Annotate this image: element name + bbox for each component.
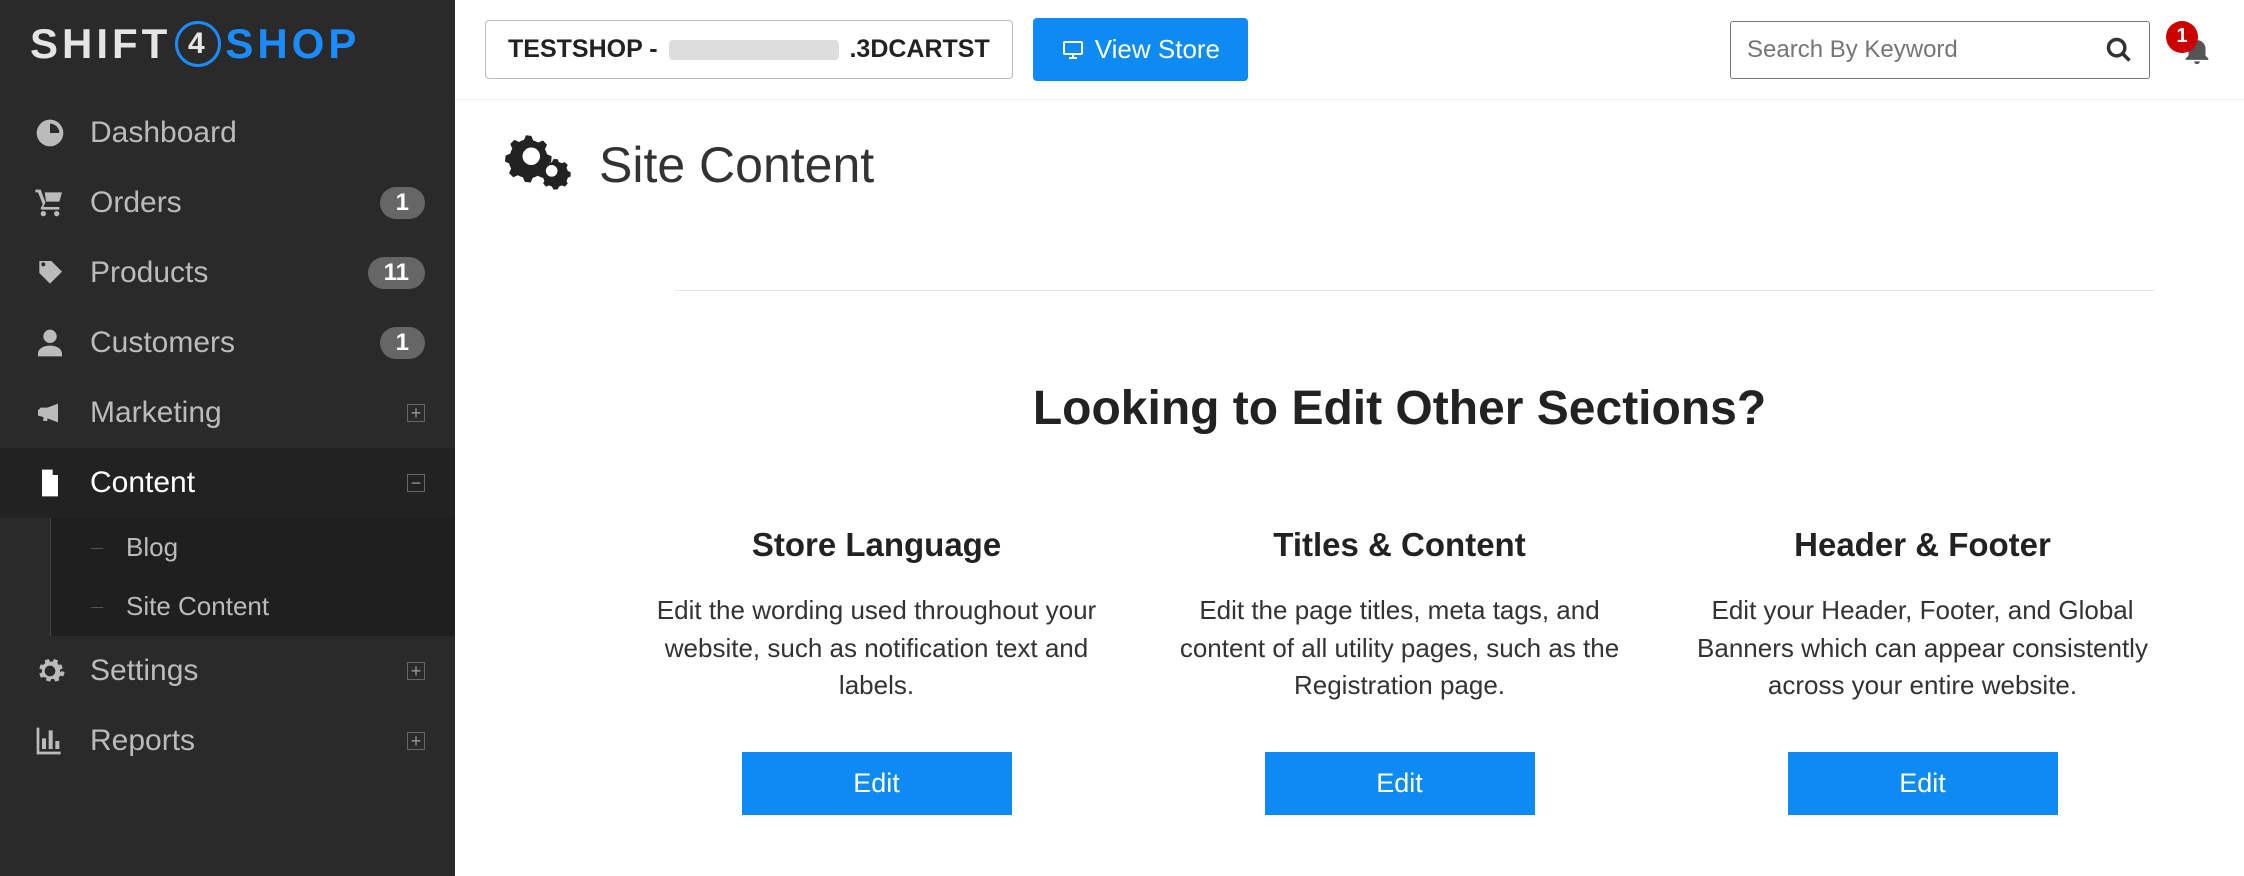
edit-header-footer-button[interactable]: Edit xyxy=(1788,752,2058,815)
nav-badge: 1 xyxy=(380,187,425,219)
cards-row: Store Language Edit the wording used thr… xyxy=(645,526,2154,815)
redacted-store-id xyxy=(669,40,839,60)
subnav-label: Site Content xyxy=(126,591,269,621)
nav-label: Dashboard xyxy=(90,116,425,150)
search-input[interactable] xyxy=(1747,36,2105,64)
nav-label: Products xyxy=(90,256,368,290)
nav-badge: 11 xyxy=(368,257,425,289)
logo[interactable]: SHIFT 4 SHOP xyxy=(0,0,455,98)
nav-list: Dashboard Orders 1 Products 11 xyxy=(0,98,455,776)
page-body: Site Content Looking to Edit Other Secti… xyxy=(455,100,2244,876)
expand-plus-icon: + xyxy=(407,662,425,680)
notifications-button[interactable]: 1 xyxy=(2180,33,2214,67)
sidebar-item-marketing[interactable]: Marketing + xyxy=(0,378,455,448)
dashboard-icon xyxy=(30,117,70,149)
tag-icon xyxy=(30,257,70,289)
card-title: Store Language xyxy=(645,526,1108,564)
sidebar-item-products[interactable]: Products 11 xyxy=(0,238,455,308)
sidebar-item-content[interactable]: Content − xyxy=(0,448,455,518)
chart-icon xyxy=(30,725,70,757)
content-panel: Looking to Edit Other Sections? Store La… xyxy=(605,230,2194,855)
expand-plus-icon: + xyxy=(407,732,425,750)
notification-badge: 1 xyxy=(2166,21,2198,53)
card-desc: Edit the wording used throughout your we… xyxy=(645,592,1108,707)
subnav-site-content[interactable]: Site Content xyxy=(106,577,455,636)
expand-minus-icon: − xyxy=(407,474,425,492)
page-title: Site Content xyxy=(599,136,874,194)
expand-plus-icon: + xyxy=(407,404,425,422)
page-header: Site Content xyxy=(505,130,2194,200)
card-header-footer: Header & Footer Edit your Header, Footer… xyxy=(1691,526,2154,815)
store-prefix: TESTSHOP - xyxy=(508,35,665,63)
logo-part2: SHOP xyxy=(225,20,360,68)
nav-label: Content xyxy=(90,466,407,500)
subnav-blog[interactable]: Blog xyxy=(106,518,455,577)
file-icon xyxy=(30,467,70,499)
sidebar-item-orders[interactable]: Orders 1 xyxy=(0,168,455,238)
topbar: TESTSHOP - .3DCARTST View Store xyxy=(455,0,2244,100)
search-icon xyxy=(2105,36,2133,64)
card-store-language: Store Language Edit the wording used thr… xyxy=(645,526,1108,815)
monitor-icon xyxy=(1061,38,1085,62)
edit-store-language-button[interactable]: Edit xyxy=(742,752,1012,815)
card-title: Header & Footer xyxy=(1691,526,2154,564)
nav-label: Marketing xyxy=(90,396,407,430)
panel-heading: Looking to Edit Other Sections? xyxy=(645,381,2154,436)
nav-label: Customers xyxy=(90,326,380,360)
nav-label: Settings xyxy=(90,654,407,688)
nav-label: Reports xyxy=(90,724,407,758)
gears-icon xyxy=(505,130,575,200)
user-icon xyxy=(30,327,70,359)
sidebar-item-settings[interactable]: Settings + xyxy=(0,636,455,706)
view-store-button[interactable]: View Store xyxy=(1033,18,1248,81)
view-store-label: View Store xyxy=(1095,34,1220,65)
logo-four: 4 xyxy=(175,21,221,67)
card-desc: Edit your Header, Footer, and Global Ban… xyxy=(1691,592,2154,707)
sidebar-item-customers[interactable]: Customers 1 xyxy=(0,308,455,378)
sidebar: SHIFT 4 SHOP Dashboard Orders 1 xyxy=(0,0,455,876)
store-suffix: .3DCARTST xyxy=(849,35,989,63)
search-box[interactable] xyxy=(1730,21,2150,79)
nav-label: Orders xyxy=(90,186,380,220)
content-subnav: Blog Site Content xyxy=(50,518,455,636)
logo-part1: SHIFT xyxy=(30,20,171,68)
nav-badge: 1 xyxy=(380,327,425,359)
divider xyxy=(675,290,2154,291)
store-name-box[interactable]: TESTSHOP - .3DCARTST xyxy=(485,20,1013,79)
card-titles-content: Titles & Content Edit the page titles, m… xyxy=(1168,526,1631,815)
cart-icon xyxy=(30,187,70,219)
main-area: TESTSHOP - .3DCARTST View Store xyxy=(455,0,2244,876)
bullhorn-icon xyxy=(30,397,70,429)
gear-icon xyxy=(30,655,70,687)
search-button[interactable] xyxy=(2105,36,2133,64)
card-title: Titles & Content xyxy=(1168,526,1631,564)
edit-titles-content-button[interactable]: Edit xyxy=(1265,752,1535,815)
card-desc: Edit the page titles, meta tags, and con… xyxy=(1168,592,1631,707)
sidebar-item-dashboard[interactable]: Dashboard xyxy=(0,98,455,168)
sidebar-item-reports[interactable]: Reports + xyxy=(0,706,455,776)
subnav-label: Blog xyxy=(126,532,178,562)
